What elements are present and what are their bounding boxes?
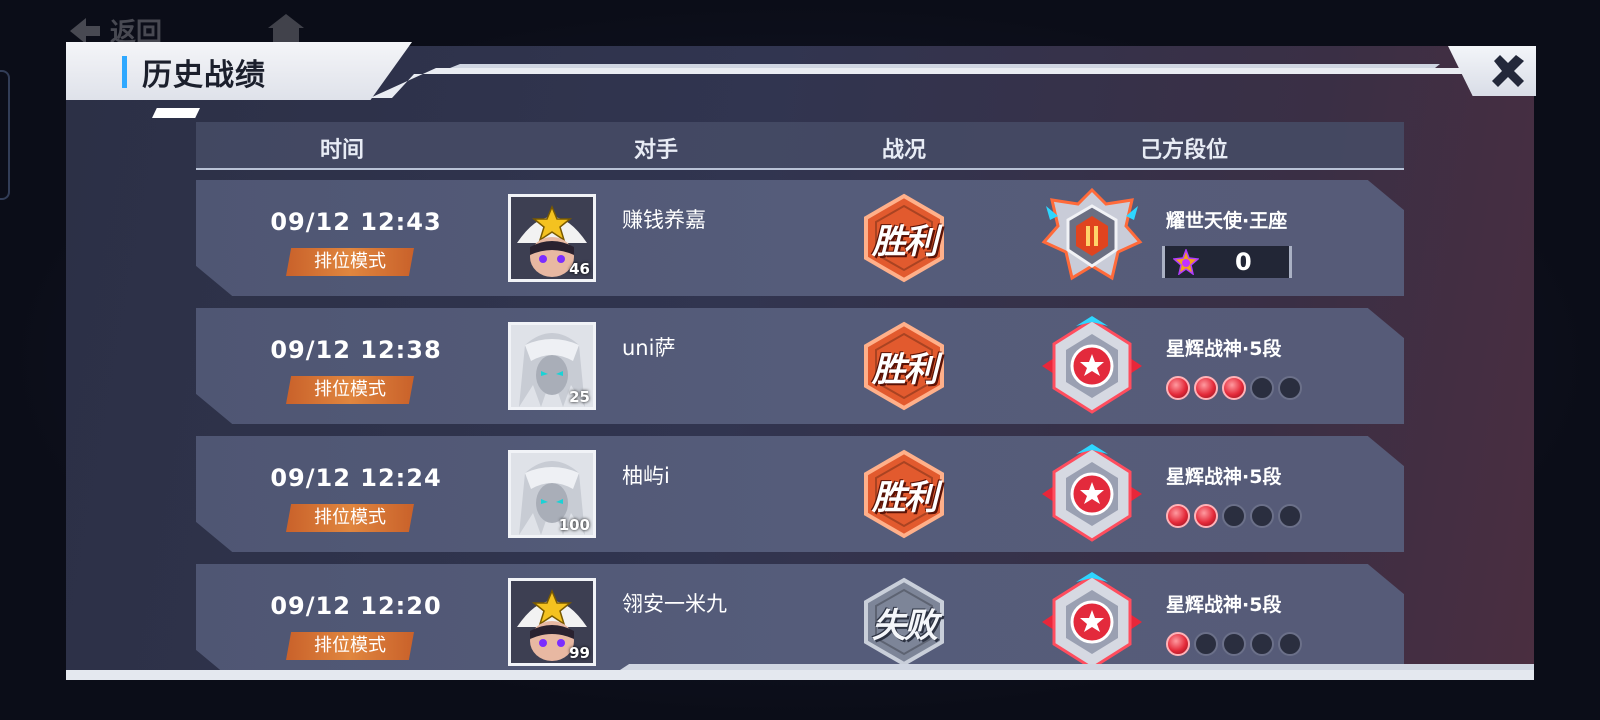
opponent-name: uni萨 [622,336,676,360]
screen: 返回 历史战绩 时间 对手 战况 己方段位 09/12 12:43 排位模式 4… [0,0,1600,720]
decorative-mark [152,108,200,118]
rank-emblem [1036,570,1148,676]
match-time: 09/12 12:20 [270,592,442,620]
mode-badge: 排位模式 [286,376,414,404]
column-header-time: 时间 [319,138,365,163]
match-row[interactable]: 09/12 12:38 排位模式 25 uni萨 胜利 星辉战神·5段 [196,308,1404,424]
rank-star-filled-icon [1194,504,1218,528]
mode-badge: 排位模式 [286,504,414,532]
rank-star-empty-icon [1222,632,1246,656]
result-badge: 失败 [858,576,950,668]
match-row[interactable]: 09/12 12:20 排位模式 99 翎安一米九 失败 星辉战神·5段 [196,564,1404,680]
rank-stars [1166,376,1302,400]
rank-name: 星辉战神·5段 [1166,338,1282,360]
result-label: 胜利 [872,477,938,518]
home-icon [268,14,304,44]
star-warlord-rank-emblem-icon [1042,572,1142,670]
close-button[interactable] [1488,50,1528,92]
opponent-name: 赚钱养嘉 [622,208,706,232]
opponent-avatar[interactable]: 99 [508,578,596,666]
opponent-avatar[interactable]: 100 [508,450,596,538]
title-accent-bar [122,56,127,88]
match-time: 09/12 12:43 [270,208,442,236]
opponent-avatar[interactable]: 46 [508,194,596,282]
rank-emblem [1036,442,1148,548]
opponent-name: 柚屿i [622,464,670,488]
rank-star-filled-icon [1166,504,1190,528]
rank-points-box: 0 [1162,246,1292,278]
throne-rank-emblem-icon [1041,187,1143,281]
match-time: 09/12 12:38 [270,336,442,364]
opponent-level: 46 [569,260,590,278]
rank-stars [1166,632,1302,656]
rank-star-filled-icon [1222,376,1246,400]
rank-point-star-icon [1173,249,1199,275]
rank-star-empty-icon [1250,376,1274,400]
column-header-result: 战况 [881,138,927,163]
rank-star-filled-icon [1194,376,1218,400]
background-sidebar-tab [0,70,10,200]
rank-star-empty-icon [1278,504,1302,528]
rank-name: 星辉战神·5段 [1166,594,1282,616]
rank-name: 星辉战神·5段 [1166,466,1282,488]
result-label: 失败 [872,605,938,646]
page-title: 历史战绩 [142,58,266,93]
rank-name: 耀世天使·王座 [1166,210,1288,232]
match-row[interactable]: 09/12 12:43 排位模式 46 赚钱养嘉 胜利 耀世天使·王座 0 [196,180,1404,296]
rank-emblem [1036,186,1148,292]
rank-emblem [1036,314,1148,420]
rank-star-filled-icon [1166,632,1190,656]
mode-badge: 排位模式 [286,632,414,660]
bottom-bar [66,670,1534,680]
opponent-name: 翎安一米九 [622,592,727,616]
opponent-avatar[interactable]: 25 [508,322,596,410]
column-header-opponent: 对手 [633,138,679,163]
rank-star-empty-icon [1250,632,1274,656]
star-warlord-rank-emblem-icon [1042,316,1142,414]
opponent-level: 99 [569,644,590,662]
opponent-level: 25 [569,388,590,406]
match-time: 09/12 12:24 [270,464,442,492]
rank-star-empty-icon [1250,504,1274,528]
column-header-rank: 己方段位 [1139,138,1229,163]
match-row[interactable]: 09/12 12:24 排位模式 100 柚屿i 胜利 星辉战神·5段 [196,436,1404,552]
result-label: 胜利 [872,349,938,390]
result-badge: 胜利 [858,192,950,284]
star-warlord-rank-emblem-icon [1042,444,1142,542]
rank-star-empty-icon [1194,632,1218,656]
rank-star-empty-icon [1278,632,1302,656]
table-header: 时间 对手 战况 己方段位 [196,122,1404,170]
back-arrow-icon [70,17,100,44]
rank-star-empty-icon [1222,504,1246,528]
rank-stars [1166,504,1302,528]
result-badge: 胜利 [858,320,950,412]
rank-star-filled-icon [1166,376,1190,400]
result-badge: 胜利 [858,448,950,540]
rank-star-empty-icon [1278,376,1302,400]
mode-badge: 排位模式 [286,248,414,276]
rank-points: 0 [1235,248,1252,276]
result-label: 胜利 [872,221,938,262]
opponent-level: 100 [558,516,590,534]
close-icon [1492,55,1524,87]
